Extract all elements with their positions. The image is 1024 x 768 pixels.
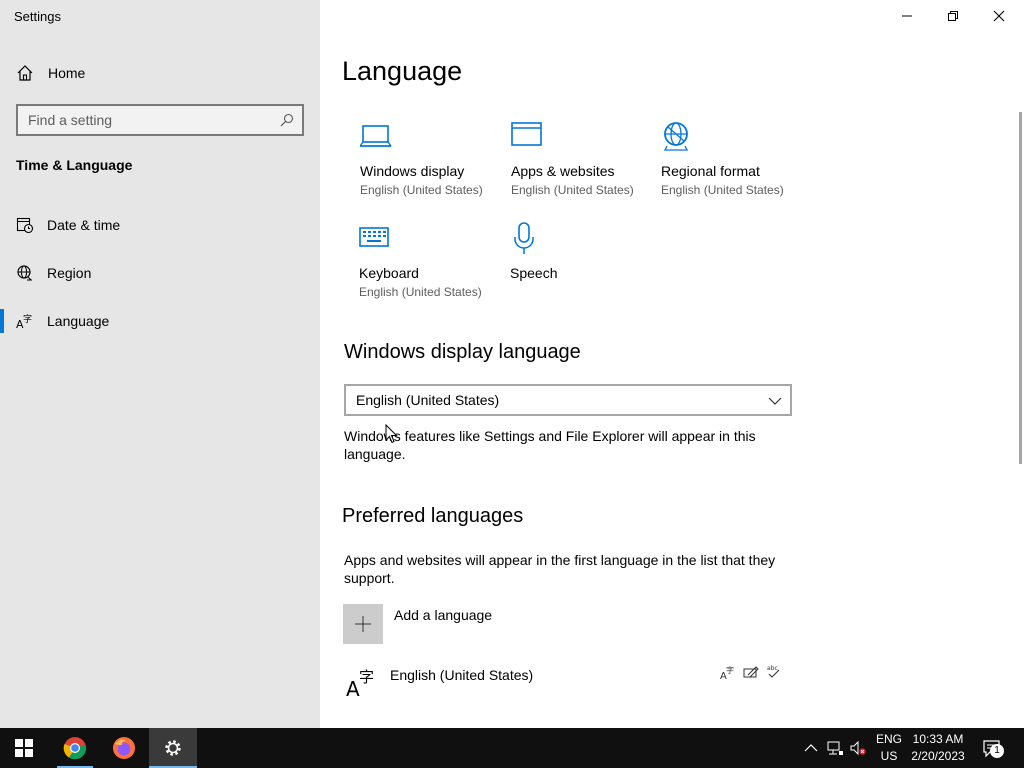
- restore-button[interactable]: [930, 0, 976, 32]
- sidebar-item-date-time[interactable]: Date & time: [0, 205, 320, 245]
- taskbar: ENG US 10:33 AM 2/20/2023 1: [0, 728, 1024, 768]
- tile-name: Keyboard: [359, 265, 419, 281]
- action-center-button[interactable]: 1: [980, 736, 1008, 760]
- start-button[interactable]: [0, 728, 48, 768]
- globe-icon: [17, 265, 32, 281]
- clock-date[interactable]: 2/20/2023: [904, 749, 972, 763]
- search-input[interactable]: [18, 106, 276, 134]
- tile-subtitle: English (United States): [661, 183, 784, 197]
- tile-regional-format[interactable]: Regional format English (United States): [661, 120, 801, 216]
- tile-keyboard[interactable]: Keyboard English (United States): [359, 222, 499, 318]
- display-language-value: English (United States): [356, 392, 500, 408]
- handwriting-icon: [743, 666, 759, 678]
- sidebar-item-region[interactable]: Region: [0, 253, 320, 293]
- preferred-languages-description: Apps and websites will appear in the fir…: [344, 552, 776, 586]
- language-icon: A 字: [346, 668, 374, 700]
- sidebar-item-label: Region: [47, 265, 92, 281]
- display-language-description: Windows features like Settings and File …: [344, 428, 756, 462]
- chrome-icon: [63, 737, 87, 760]
- svg-text:字: 字: [726, 665, 734, 675]
- restore-icon: [948, 11, 958, 21]
- chevron-up-icon[interactable]: [803, 740, 819, 756]
- sidebar-item-language[interactable]: A 字 Language: [0, 301, 320, 341]
- tile-windows-display[interactable]: Windows display English (United States): [360, 120, 500, 216]
- plus-icon: [343, 604, 383, 644]
- tile-name: Speech: [510, 265, 558, 281]
- page-title: Language: [342, 56, 463, 86]
- tile-speech[interactable]: Speech: [510, 222, 650, 318]
- preferred-languages-heading: Preferred languages: [342, 505, 524, 527]
- main-content: Language Windows display English (United…: [320, 0, 1024, 728]
- home-label: Home: [48, 65, 86, 81]
- tile-name: Regional format: [661, 163, 760, 179]
- language-name: English (United States): [390, 667, 534, 683]
- language-list-item[interactable]: A 字 English (United States) A 字 abc: [342, 660, 792, 708]
- sidebar: Settings Home Time & Language Date & tim…: [0, 0, 320, 728]
- nav-home[interactable]: Home: [0, 55, 320, 91]
- taskbar-firefox[interactable]: [100, 728, 148, 768]
- firefox-icon: [113, 737, 135, 759]
- home-icon: [17, 65, 33, 81]
- tile-subtitle: English (United States): [511, 183, 634, 197]
- network-icon[interactable]: [827, 740, 843, 756]
- svg-text:字: 字: [359, 668, 374, 686]
- sidebar-item-label: Date & time: [47, 217, 121, 233]
- taskbar-chrome[interactable]: [51, 728, 99, 768]
- tile-name: Windows display: [360, 163, 465, 179]
- calendar-clock-icon: [16, 217, 34, 234]
- tile-subtitle: English (United States): [359, 285, 482, 299]
- display-language-select[interactable]: English (United States): [344, 384, 792, 416]
- microphone-icon: [514, 222, 534, 254]
- svg-text:字: 字: [23, 313, 32, 325]
- tile-subtitle: English (United States): [360, 183, 483, 197]
- close-icon: [993, 10, 1005, 22]
- globe-settings-icon: [663, 122, 689, 151]
- clock-time[interactable]: 10:33 AM: [904, 732, 972, 746]
- minimize-icon: [902, 15, 912, 17]
- svg-text:abc: abc: [767, 665, 778, 672]
- close-button[interactable]: [976, 0, 1022, 32]
- chevron-down-icon: [768, 397, 782, 405]
- scrollbar[interactable]: [1019, 112, 1022, 464]
- mouse-cursor-icon: [385, 424, 398, 444]
- section-heading: Time & Language: [16, 157, 133, 173]
- add-language-label: Add a language: [394, 607, 493, 623]
- taskbar-settings[interactable]: [149, 728, 197, 768]
- display-language-heading: Windows display language: [344, 341, 581, 363]
- language-icon: A 字: [16, 313, 32, 330]
- active-indicator: [0, 309, 4, 333]
- search-icon[interactable]: [280, 113, 294, 127]
- input-language-line1[interactable]: ENG: [872, 732, 906, 746]
- start-icon: [15, 739, 33, 757]
- input-language-line2[interactable]: US: [872, 749, 906, 763]
- app-title: Settings: [14, 9, 61, 24]
- tile-apps-websites[interactable]: Apps & websites English (United States): [511, 120, 651, 216]
- tile-name: Apps & websites: [511, 163, 615, 179]
- display-language-icon: A 字: [720, 665, 734, 680]
- sidebar-item-label: Language: [47, 313, 110, 329]
- spellcheck-icon: abc: [767, 665, 780, 678]
- keyboard-icon: [359, 227, 389, 247]
- svg-text:A: A: [346, 677, 360, 700]
- minimize-button[interactable]: [884, 0, 930, 32]
- settings-icon: [165, 740, 181, 756]
- volume-muted-icon[interactable]: [850, 740, 866, 756]
- laptop-icon: [360, 125, 392, 147]
- search-box[interactable]: [16, 104, 304, 136]
- add-language-button[interactable]: Add a language: [343, 604, 643, 644]
- browser-window-icon: [511, 122, 542, 146]
- notification-badge: 1: [990, 744, 1004, 758]
